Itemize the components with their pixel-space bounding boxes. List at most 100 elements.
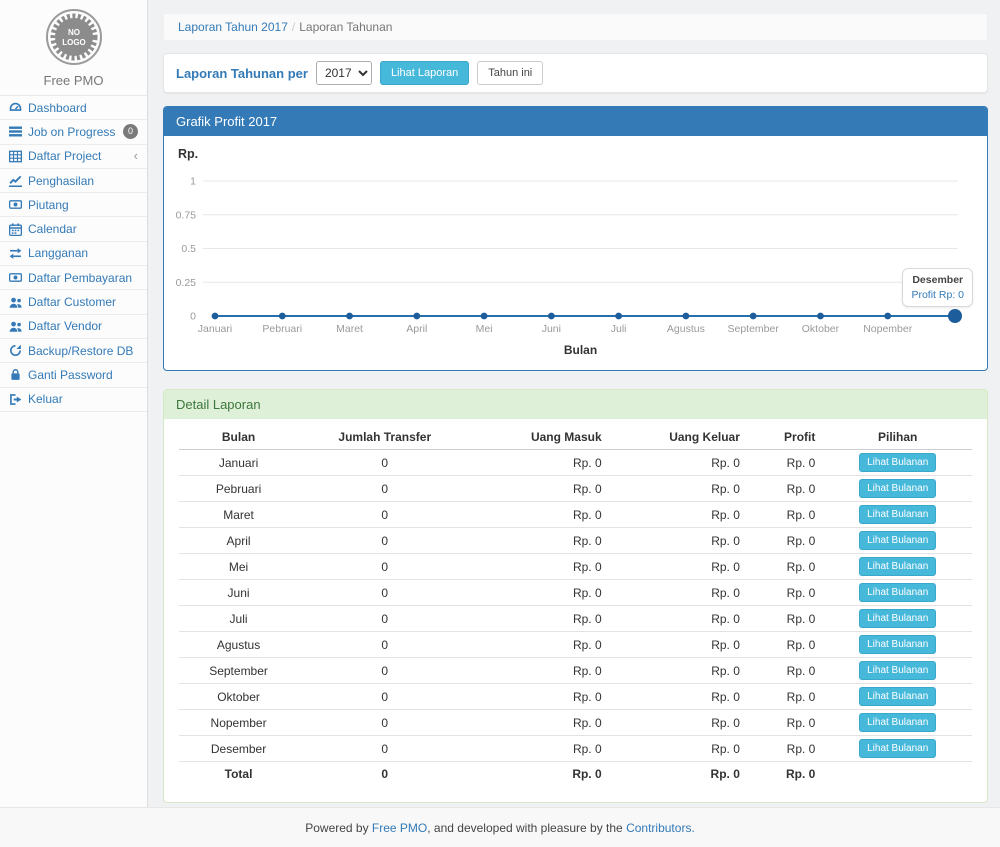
footer-text: , and developed with pleasure by the (427, 821, 626, 835)
cell-profit: Rp. 0 (748, 476, 823, 502)
lihat-bulanan-button[interactable]: Lihat Bulanan (859, 713, 936, 732)
lihat-bulanan-button[interactable]: Lihat Bulanan (859, 505, 936, 524)
cell-uang-keluar: Rp. 0 (610, 684, 748, 710)
app-window: NO LOGO Free PMO Dashboard Job on Progre… (0, 0, 1000, 807)
x-axis-title: Bulan (203, 343, 958, 357)
cell-bulan: Mei (179, 554, 298, 580)
lihat-bulanan-button[interactable]: Lihat Bulanan (859, 661, 936, 680)
svg-text:Januari: Januari (198, 323, 232, 335)
cell-uang-keluar: Rp. 0 (610, 606, 748, 632)
cell-bulan: Juli (179, 606, 298, 632)
table-row: Agustus 0 Rp. 0 Rp. 0 Rp. 0 Lihat Bulana… (179, 632, 972, 658)
brand-name: Free PMO (0, 73, 147, 88)
lihat-bulanan-button[interactable]: Lihat Bulanan (859, 739, 936, 758)
sidebar-item-daftar-vendor[interactable]: Daftar Vendor (0, 315, 147, 339)
sidebar-item-calendar[interactable]: Calendar (0, 217, 147, 241)
sidebar-item-label: Daftar Pembayaran (28, 271, 132, 285)
cell-pilihan: Lihat Bulanan (823, 710, 972, 736)
col-header-jumlah-transfer: Jumlah Transfer (298, 425, 471, 450)
sidebar-item-dashboard[interactable]: Dashboard (0, 96, 147, 120)
breadcrumb-link[interactable]: Laporan Tahun 2017 (178, 20, 288, 34)
sidebar-item-daftar-customer[interactable]: Daftar Customer (0, 290, 147, 314)
year-select[interactable]: 2017 (316, 61, 372, 85)
sidebar-item-label: Langganan (28, 246, 88, 260)
profit-chart: Rp. 00.250.50.751JanuariPebruariMaretApr… (164, 136, 987, 370)
cell-bulan: April (179, 528, 298, 554)
lihat-bulanan-button[interactable]: Lihat Bulanan (859, 609, 936, 628)
table-row: Mei 0 Rp. 0 Rp. 0 Rp. 0 Lihat Bulanan (179, 554, 972, 580)
cell-bulan: September (179, 658, 298, 684)
profit-chart-svg: 00.250.50.751JanuariPebruariMaretAprilMe… (164, 136, 987, 370)
sidebar-item-label: Dashboard (28, 101, 87, 115)
lock-icon (9, 368, 22, 381)
cell-uang-masuk: Rp. 0 (471, 606, 609, 632)
sidebar-item-keluar[interactable]: Keluar (0, 388, 147, 412)
svg-text:Mei: Mei (476, 323, 493, 335)
total-profit: Rp. 0 (748, 762, 823, 786)
sidebar-item-backup-restore[interactable]: Backup/Restore DB (0, 339, 147, 363)
svg-text:April: April (406, 323, 427, 335)
svg-text:0.75: 0.75 (176, 210, 197, 222)
footer-link-free-pmo[interactable]: Free PMO (372, 821, 427, 835)
cell-uang-keluar: Rp. 0 (610, 476, 748, 502)
cell-bulan: Oktober (179, 684, 298, 710)
breadcrumb-separator: / (288, 20, 299, 34)
cell-jumlah-transfer: 0 (298, 606, 471, 632)
table-row: April 0 Rp. 0 Rp. 0 Rp. 0 Lihat Bulanan (179, 528, 972, 554)
sidebar-item-label: Penghasilan (28, 174, 94, 188)
cell-uang-keluar: Rp. 0 (610, 528, 748, 554)
sidebar-item-job-on-progress[interactable]: Job on Progress 0 (0, 120, 147, 144)
sidebar-item-label: Ganti Password (28, 368, 113, 382)
money-icon (9, 198, 22, 211)
lihat-bulanan-button[interactable]: Lihat Bulanan (859, 583, 936, 602)
svg-text:0: 0 (190, 311, 196, 323)
sidebar-item-label: Calendar (28, 222, 77, 236)
view-report-button[interactable]: Lihat Laporan (380, 61, 469, 85)
sidebar-item-langganan[interactable]: Langganan (0, 242, 147, 266)
lihat-bulanan-button[interactable]: Lihat Bulanan (859, 479, 936, 498)
cell-jumlah-transfer: 0 (298, 476, 471, 502)
col-header-uang-keluar: Uang Keluar (610, 425, 748, 450)
no-logo-icon: NO LOGO (45, 8, 103, 66)
sidebar-item-daftar-project[interactable]: Daftar Project ‹ (0, 145, 147, 169)
cell-uang-masuk: Rp. 0 (471, 632, 609, 658)
lihat-bulanan-button[interactable]: Lihat Bulanan (859, 687, 936, 706)
dashboard-icon (9, 101, 22, 114)
cell-pilihan: Lihat Bulanan (823, 580, 972, 606)
page-footer: Powered by Free PMO, and developed with … (0, 807, 1000, 847)
lihat-bulanan-button[interactable]: Lihat Bulanan (859, 531, 936, 550)
users-icon (9, 296, 22, 309)
lihat-bulanan-button[interactable]: Lihat Bulanan (859, 453, 936, 472)
this-year-button[interactable]: Tahun ini (477, 61, 543, 85)
svg-text:Maret: Maret (336, 323, 363, 335)
cell-jumlah-transfer: 0 (298, 658, 471, 684)
lihat-bulanan-button[interactable]: Lihat Bulanan (859, 557, 936, 576)
sidebar-item-label: Piutang (28, 198, 69, 212)
sidebar-item-piutang[interactable]: Piutang (0, 193, 147, 217)
cell-uang-masuk: Rp. 0 (471, 554, 609, 580)
cell-jumlah-transfer: 0 (298, 528, 471, 554)
year-filter-panel: Laporan Tahunan per 2017 Lihat Laporan T… (163, 53, 988, 93)
table-row: Oktober 0 Rp. 0 Rp. 0 Rp. 0 Lihat Bulana… (179, 684, 972, 710)
col-header-profit: Profit (748, 425, 823, 450)
cell-profit: Rp. 0 (748, 710, 823, 736)
cell-uang-masuk: Rp. 0 (471, 580, 609, 606)
cell-uang-keluar: Rp. 0 (610, 736, 748, 762)
total-uang-keluar: Rp. 0 (610, 762, 748, 786)
cell-uang-masuk: Rp. 0 (471, 450, 609, 476)
cell-uang-masuk: Rp. 0 (471, 528, 609, 554)
cell-pilihan: Lihat Bulanan (823, 502, 972, 528)
lihat-bulanan-button[interactable]: Lihat Bulanan (859, 635, 936, 654)
cell-jumlah-transfer: 0 (298, 450, 471, 476)
money-icon (9, 271, 22, 284)
table-icon (9, 150, 22, 163)
sidebar-item-penghasilan[interactable]: Penghasilan (0, 169, 147, 193)
footer-link-contributors[interactable]: Contributors. (626, 821, 695, 835)
sidebar-item-ganti-password[interactable]: Ganti Password (0, 363, 147, 387)
tasks-icon (9, 125, 22, 138)
table-row: Nopember 0 Rp. 0 Rp. 0 Rp. 0 Lihat Bulan… (179, 710, 972, 736)
chart-panel-title: Grafik Profit 2017 (164, 107, 987, 136)
cell-uang-masuk: Rp. 0 (471, 736, 609, 762)
svg-text:Juli: Juli (611, 323, 627, 335)
sidebar-item-daftar-pembayaran[interactable]: Daftar Pembayaran (0, 266, 147, 290)
